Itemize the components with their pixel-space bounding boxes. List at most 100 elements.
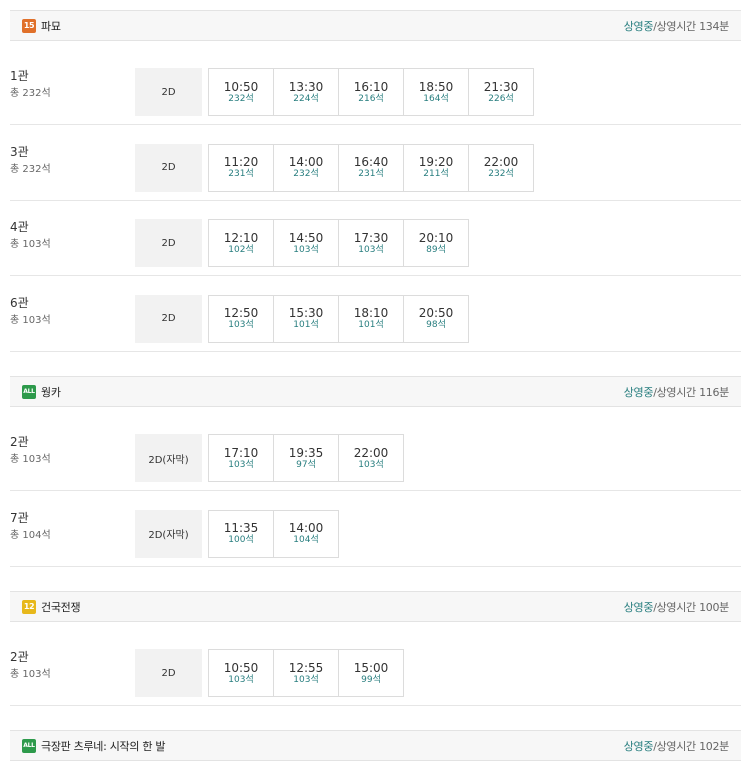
showtime-button[interactable]: 14:00 232석: [273, 143, 339, 192]
remaining-seats: 104석: [293, 535, 319, 545]
movie-header: ALL 웡카 상영중/상영시간 116분: [10, 376, 741, 407]
hall-name: 2관: [10, 435, 29, 449]
showtime-button[interactable]: 12:55 103석: [273, 649, 339, 697]
showtime: 20:50: [418, 306, 454, 320]
showtime: 22:00: [483, 155, 519, 169]
hall-name: 6관: [10, 295, 29, 310]
runtime: /상영시간 102분: [653, 739, 729, 753]
runtime: /상영시간 116분: [653, 385, 729, 399]
hall-name: 1관: [10, 69, 29, 83]
showtime: 12:10: [223, 230, 259, 245]
remaining-seats: 232석: [488, 169, 514, 179]
showtime: 14:50: [288, 230, 324, 245]
remaining-seats: 231석: [228, 169, 254, 179]
remaining-seats: 103석: [293, 244, 319, 255]
showtime: 10:50: [223, 660, 259, 675]
showtime-button[interactable]: 10:50 232석: [208, 68, 274, 116]
showtime: 10:50: [223, 79, 259, 94]
movie-status: 상영중/상영시간 102분: [623, 738, 730, 754]
hall-name: 7관: [10, 510, 29, 525]
showtime-button[interactable]: 17:30 103석: [338, 219, 404, 267]
remaining-seats: 89석: [426, 244, 446, 255]
age-rating-badge: 15: [22, 18, 36, 33]
hall-row: 4관 총 103석 2D 12:10 102석 14:50 103석 17:30 103석 20:…: [10, 204, 741, 276]
movie-header: 12 건국전쟁 상영중/상영시간 100분: [10, 591, 741, 622]
showtime-button[interactable]: 11:20 231석: [208, 143, 274, 192]
format-label: 2D: [135, 219, 202, 267]
format-label: 2D(자막): [135, 509, 202, 558]
showtime-button[interactable]: 18:50 164석: [403, 68, 469, 116]
remaining-seats: 98석: [426, 320, 446, 330]
hall-row: 2관 총 103석 2D 10:50 103석 12:55 103석 15:00 99석: [10, 634, 741, 706]
showtime-group: 12:50 103석 15:30 101석 18:10 101석 20:50 98석: [208, 294, 469, 343]
movie-title[interactable]: 웡카: [41, 384, 61, 400]
showtime-group: 11:20 231석 14:00 232석 16:40 231석 19:20 211석 22:0…: [208, 143, 534, 192]
remaining-seats: 103석: [293, 674, 319, 685]
hall-name: 2관: [10, 650, 29, 664]
showtime-button[interactable]: 20:10 89석: [403, 219, 469, 267]
age-rating-badge: 12: [22, 599, 36, 614]
showtime-button[interactable]: 16:40 231석: [338, 143, 404, 192]
showtime-button[interactable]: 15:30 101석: [273, 294, 339, 343]
showtime-button[interactable]: 10:50 103석: [208, 649, 274, 697]
showtime: 20:10: [418, 230, 454, 245]
screening-status: 상영중: [623, 739, 654, 753]
showtime-group: 11:35 100석 14:00 104석: [208, 509, 339, 558]
movie-title[interactable]: 파묘: [41, 18, 61, 34]
hall-total-seats: 총 103석: [10, 454, 51, 465]
showtime-group: 12:10 102석 14:50 103석 17:30 103석 20:10 89석: [208, 219, 469, 267]
showtime-group: 10:50 232석 13:30 224석 16:10 216석 18:50 164석 21:3…: [208, 68, 534, 116]
remaining-seats: 102석: [228, 244, 254, 255]
remaining-seats: 103석: [228, 459, 254, 470]
showtime: 22:00: [353, 445, 389, 460]
showtime-button[interactable]: 19:20 211석: [403, 143, 469, 192]
remaining-seats: 101석: [293, 320, 319, 330]
movie-title[interactable]: 건국전쟁: [41, 599, 81, 615]
remaining-seats: 232석: [293, 169, 319, 179]
showtime: 18:10: [353, 306, 389, 320]
remaining-seats: 103석: [358, 459, 384, 470]
hall-total-seats: 총 232석: [10, 163, 51, 175]
showtime: 15:00: [353, 660, 389, 675]
hall-total-seats: 총 103석: [10, 239, 51, 250]
showtime-button[interactable]: 22:00 232석: [468, 143, 534, 192]
movie-status: 상영중/상영시간 100분: [623, 599, 730, 615]
showtime-button[interactable]: 15:00 99석: [338, 649, 404, 697]
showtime-button[interactable]: 18:10 101석: [338, 294, 404, 343]
showtime-group: 17:10 103석 19:35 97석 22:00 103석: [208, 434, 404, 482]
showtime-button[interactable]: 16:10 216석: [338, 68, 404, 116]
remaining-seats: 232석: [228, 93, 254, 104]
showtime-button[interactable]: 14:50 103석: [273, 219, 339, 267]
showtime-button[interactable]: 17:10 103석: [208, 434, 274, 482]
showtime-button[interactable]: 20:50 98석: [403, 294, 469, 343]
showtime-button[interactable]: 11:35 100석: [208, 509, 274, 558]
showtime-button[interactable]: 14:00 104석: [273, 509, 339, 558]
showtime: 16:40: [353, 155, 389, 169]
movie-title[interactable]: 극장판 츠루네: 시작의 한 발: [41, 738, 166, 754]
hall-total-seats: 총 104석: [10, 529, 51, 541]
format-label: 2D(자막): [135, 434, 202, 482]
remaining-seats: 103석: [358, 244, 384, 255]
showtime: 19:20: [418, 155, 454, 169]
remaining-seats: 224석: [293, 93, 319, 104]
showtime-button[interactable]: 19:35 97석: [273, 434, 339, 482]
showtime-button[interactable]: 12:50 103석: [208, 294, 274, 343]
showtime-button[interactable]: 12:10 102석: [208, 219, 274, 267]
remaining-seats: 101석: [358, 320, 384, 330]
showtime-button[interactable]: 22:00 103석: [338, 434, 404, 482]
showtime-button[interactable]: 21:30 226석: [468, 68, 534, 116]
hall-row: 6관 총 103석 2D 12:50 103석 15:30 101석 18:10 101석 20:…: [10, 280, 741, 352]
showtime: 13:30: [288, 79, 324, 94]
showtime-list: 15 파묘 상영중/상영시간 134분 1관 총 232석 2D 10:50 232석 13:3…: [0, 0, 749, 766]
remaining-seats: 226석: [488, 93, 514, 104]
remaining-seats: 99석: [361, 674, 381, 685]
showtime: 12:50: [223, 306, 259, 320]
screening-status: 상영중: [623, 385, 654, 399]
showtime: 12:55: [288, 660, 324, 675]
showtime: 16:10: [353, 79, 389, 94]
remaining-seats: 103석: [228, 320, 254, 330]
showtime-button[interactable]: 13:30 224석: [273, 68, 339, 116]
screening-status: 상영중: [623, 600, 654, 614]
hall-total-seats: 총 103석: [10, 669, 51, 680]
showtime: 17:10: [223, 445, 259, 460]
